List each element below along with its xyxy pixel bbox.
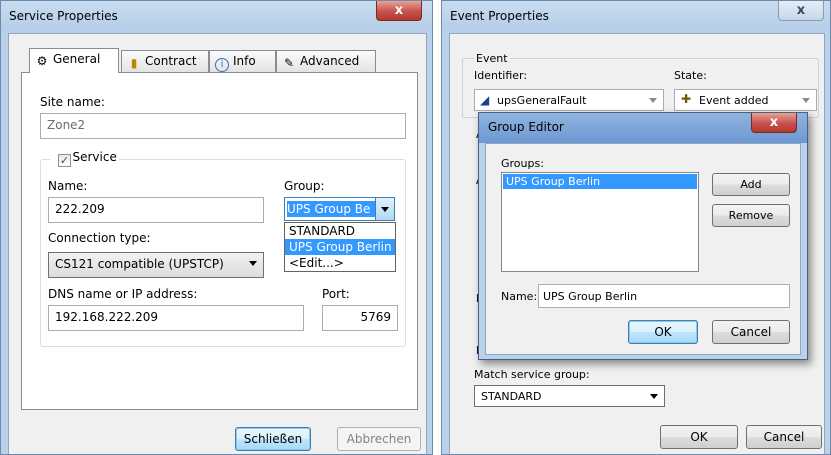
group-combo-value: UPS Group Be — [287, 201, 375, 217]
match-service-group-value: STANDARD — [481, 390, 542, 403]
groups-label: Groups: — [501, 157, 544, 170]
group-combo[interactable]: UPS Group Be — [284, 197, 395, 221]
group-name-value: UPS Group Berlin — [543, 290, 638, 303]
service-properties-titlebar[interactable]: Service Properties x — [1, 1, 432, 31]
match-service-group-combo[interactable]: STANDARD — [474, 385, 665, 407]
event-ok-button[interactable]: OK — [660, 425, 738, 449]
arrow-fault-icon: ◢ — [480, 93, 490, 107]
close-icon[interactable]: x — [751, 113, 797, 133]
plus-icon: ✚ — [681, 92, 692, 106]
tab-advanced-label: Advanced — [300, 54, 360, 68]
group-editor-ok-button[interactable]: OK — [628, 320, 698, 344]
chevron-down-icon — [802, 98, 810, 103]
cancel-button[interactable]: Abbrechen — [337, 427, 421, 451]
tab-info[interactable]: i Info — [209, 50, 276, 72]
group-name-label: Name: — [501, 290, 538, 303]
event-properties-title: Event Properties — [450, 9, 549, 23]
close-button[interactable]: Schließen — [235, 427, 311, 451]
database-icon: ▮ — [130, 56, 138, 70]
tab-contract[interactable]: ▮ Contract — [121, 50, 209, 72]
group-editor-dialog: Group Editor x Groups: UPS Group Berlin … — [478, 112, 808, 360]
tab-general[interactable]: ⚙ General — [29, 48, 119, 73]
gears-icon: ⚙ — [36, 54, 48, 68]
group-dropdown-list: STANDARD UPS Group Berlin <Edit...> — [284, 222, 396, 272]
event-group-label: Event — [474, 52, 510, 65]
group-editor-cancel-button[interactable]: Cancel — [712, 320, 790, 344]
service-properties-window: Service Properties x ⚙ General ▮ Contract … — [0, 0, 433, 455]
site-name-field[interactable]: Zone2 — [40, 113, 406, 139]
tab-info-label: Info — [233, 54, 256, 68]
state-combo[interactable]: ✚ Event added — [674, 89, 817, 111]
service-group-header: ✓ Service — [50, 150, 119, 167]
chevron-down-icon — [381, 207, 389, 212]
group-name-field[interactable]: UPS Group Berlin — [538, 284, 790, 308]
group-option-standard[interactable]: STANDARD — [285, 223, 395, 239]
service-properties-client: ⚙ General ▮ Contract i Info ✎ Advanced Site … — [8, 33, 427, 454]
service-properties-title: Service Properties — [9, 9, 118, 23]
tab-general-label: General — [53, 52, 101, 66]
group-editor-client: Groups: UPS Group Berlin Add Remove Name… — [485, 143, 801, 355]
name-field[interactable]: 222.209 — [48, 197, 264, 223]
tab-advanced[interactable]: ✎ Advanced — [276, 50, 376, 72]
group-combo-dropdown-button[interactable] — [375, 198, 394, 220]
connection-type-value: CS121 compatible (UPSTCP) — [55, 257, 224, 271]
site-name-label: Site name: — [40, 95, 105, 109]
add-button[interactable]: Add — [712, 173, 790, 196]
general-tab-panel: Site name: Zone2 ✓ Service Name: 222.209… — [21, 72, 418, 410]
groups-listbox[interactable]: UPS Group Berlin — [501, 172, 699, 272]
dns-field[interactable]: 192.168.222.209 — [48, 305, 304, 331]
chevron-down-icon — [650, 394, 658, 399]
chevron-down-icon — [249, 261, 257, 266]
close-icon[interactable]: x — [778, 1, 824, 21]
service-checkbox-label: Service — [72, 150, 117, 164]
close-icon[interactable]: x — [376, 1, 422, 21]
dns-label: DNS name or IP address: — [48, 287, 198, 301]
group-editor-title: Group Editor — [488, 120, 564, 134]
state-label: State: — [674, 69, 707, 82]
service-checkbox[interactable]: ✓ — [58, 154, 71, 167]
connection-type-combo[interactable]: CS121 compatible (UPSTCP) — [48, 252, 264, 278]
identifier-combo[interactable]: ◢ upsGeneralFault — [474, 89, 664, 111]
match-service-group-label: Match service group: — [474, 368, 590, 381]
group-editor-titlebar[interactable]: Group Editor x — [479, 113, 807, 143]
event-properties-titlebar[interactable]: Event Properties x — [442, 1, 830, 31]
group-option-ups-group-berlin[interactable]: UPS Group Berlin — [285, 239, 395, 255]
tab-contract-label: Contract — [145, 54, 197, 68]
identifier-label: Identifier: — [474, 69, 528, 82]
info-icon: i — [215, 58, 229, 72]
group-label: Group: — [284, 179, 325, 193]
name-label: Name: — [48, 179, 88, 193]
wrench-icon: ✎ — [283, 56, 295, 70]
state-value: Event added — [699, 94, 769, 107]
group-option-edit[interactable]: <Edit...> — [285, 255, 395, 271]
port-field[interactable]: 5769 — [322, 305, 398, 331]
port-label: Port: — [322, 287, 350, 301]
connection-type-label: Connection type: — [48, 231, 151, 245]
event-cancel-button[interactable]: Cancel — [746, 425, 822, 449]
identifier-value: upsGeneralFault — [497, 94, 587, 107]
remove-button[interactable]: Remove — [712, 204, 790, 227]
chevron-down-icon — [649, 98, 657, 103]
groups-list-item[interactable]: UPS Group Berlin — [503, 174, 697, 189]
